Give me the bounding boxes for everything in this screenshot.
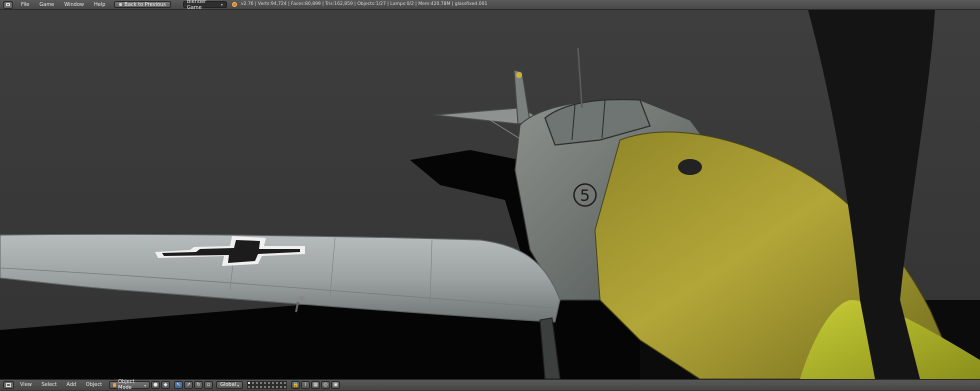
menu-view[interactable]: View: [16, 382, 36, 388]
blender-logo-icon: [231, 2, 237, 7]
menu-object[interactable]: Object: [82, 382, 106, 388]
scene-stats: v2.76 | Verts:94,724 | Faces:80,899 | Tr…: [240, 1, 488, 7]
snap-element-button[interactable]: ▦: [311, 381, 321, 389]
back-icon: [119, 3, 123, 6]
translate-manipulator-button[interactable]: ↗: [184, 381, 194, 389]
menu-game[interactable]: Game: [34, 0, 59, 10]
chevron-down-icon: ▾: [220, 1, 223, 7]
view-menu-bar: View Select Add Object: [16, 380, 106, 390]
3d-view-header: View Select Add Object Object Mode ▾ ● ◆…: [0, 379, 980, 391]
back-to-previous-label: Back to Previous: [124, 1, 166, 8]
interaction-mode-dropdown[interactable]: Object Mode ▾: [109, 379, 151, 391]
transform-orientation-value: Global: [220, 381, 237, 388]
render-engine-value: Blender Game: [186, 0, 207, 11]
proportional-edit-button[interactable]: ◎: [321, 381, 331, 389]
lock-layers-icon[interactable]: 🔒: [291, 381, 301, 389]
render-preview-button[interactable]: ▣: [331, 381, 341, 389]
manipulator-toggle-button[interactable]: ↖: [174, 381, 184, 389]
viewport-render: 5: [0, 10, 980, 379]
layer-buttons[interactable]: [247, 381, 288, 389]
chevron-down-icon: ▾: [237, 382, 240, 388]
snap-toggle-button[interactable]: ⌇: [301, 381, 311, 389]
rotate-manipulator-button[interactable]: ↻: [194, 381, 204, 389]
transform-orientation-dropdown[interactable]: Global ▾: [216, 381, 244, 389]
menu-add[interactable]: Add: [63, 382, 81, 388]
menu-select[interactable]: Select: [37, 382, 60, 388]
scale-manipulator-button[interactable]: ▫: [204, 381, 214, 389]
editor-type-icon[interactable]: [3, 0, 13, 9]
main-menu: File Game Window Help: [16, 0, 110, 10]
info-header: File Game Window Help Back to Previous B…: [0, 0, 980, 11]
pivot-point-button[interactable]: ◆: [161, 381, 171, 389]
3d-viewport[interactable]: 5: [0, 10, 980, 379]
layer-button[interactable]: [283, 385, 288, 389]
object-mode-icon: [113, 383, 117, 387]
fuselage-number: 5: [580, 186, 590, 205]
chevron-down-icon: ▾: [144, 382, 147, 388]
menu-file[interactable]: File: [16, 0, 34, 10]
viewport-shading-button[interactable]: ●: [151, 381, 161, 389]
3d-view-editor-icon[interactable]: [3, 381, 14, 389]
menu-window[interactable]: Window: [59, 0, 89, 10]
render-engine-dropdown[interactable]: Blender Game ▾: [182, 0, 227, 11]
menu-help[interactable]: Help: [89, 0, 110, 10]
interaction-mode-value: Object Mode: [118, 379, 135, 391]
back-to-previous-button[interactable]: Back to Previous: [114, 1, 171, 8]
